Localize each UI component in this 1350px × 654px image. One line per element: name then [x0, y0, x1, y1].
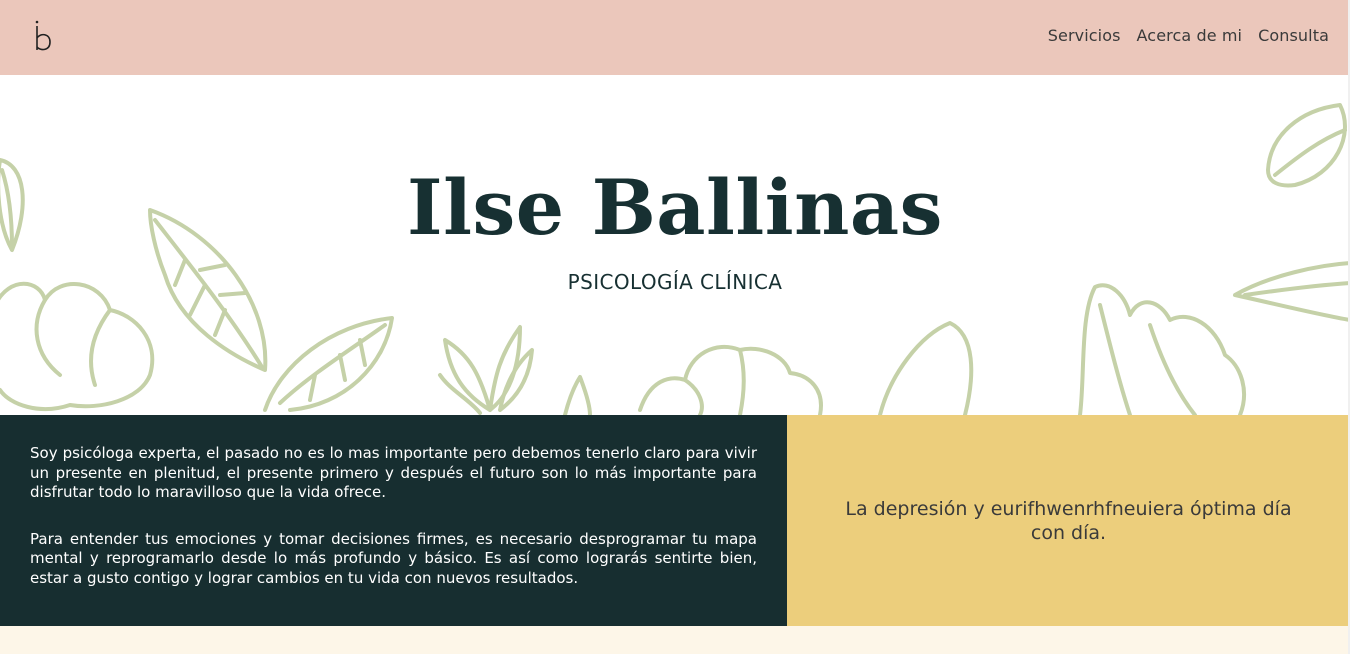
- about-panel: Soy psicóloga experta, el pasado no es l…: [0, 415, 787, 626]
- hero-section: Ilse Ballinas PSICOLOGÍA CLÍNICA: [0, 75, 1350, 415]
- about-paragraph-1: Soy psicóloga experta, el pasado no es l…: [30, 444, 757, 501]
- next-section-strip: [0, 626, 1350, 654]
- hero-subtitle: PSICOLOGÍA CLÍNICA: [567, 270, 783, 294]
- main-nav: Servicios Acerca de mi Consulta: [1048, 26, 1329, 45]
- site-header: Servicios Acerca de mi Consulta: [0, 0, 1350, 75]
- logo-icon: [35, 20, 51, 51]
- nav-link-consulta[interactable]: Consulta: [1258, 26, 1329, 45]
- nav-link-servicios[interactable]: Servicios: [1048, 26, 1121, 45]
- hero-title: Ilse Ballinas: [407, 163, 943, 252]
- highlight-panel: La depresión y eurifhwenrhfneuiera óptim…: [787, 415, 1350, 626]
- about-paragraph-2: Para entender tus emociones y tomar deci…: [30, 529, 757, 587]
- logo[interactable]: [34, 16, 54, 56]
- highlight-text: La depresión y eurifhwenrhfneuiera óptim…: [845, 497, 1292, 544]
- nav-link-acerca[interactable]: Acerca de mi: [1137, 26, 1243, 45]
